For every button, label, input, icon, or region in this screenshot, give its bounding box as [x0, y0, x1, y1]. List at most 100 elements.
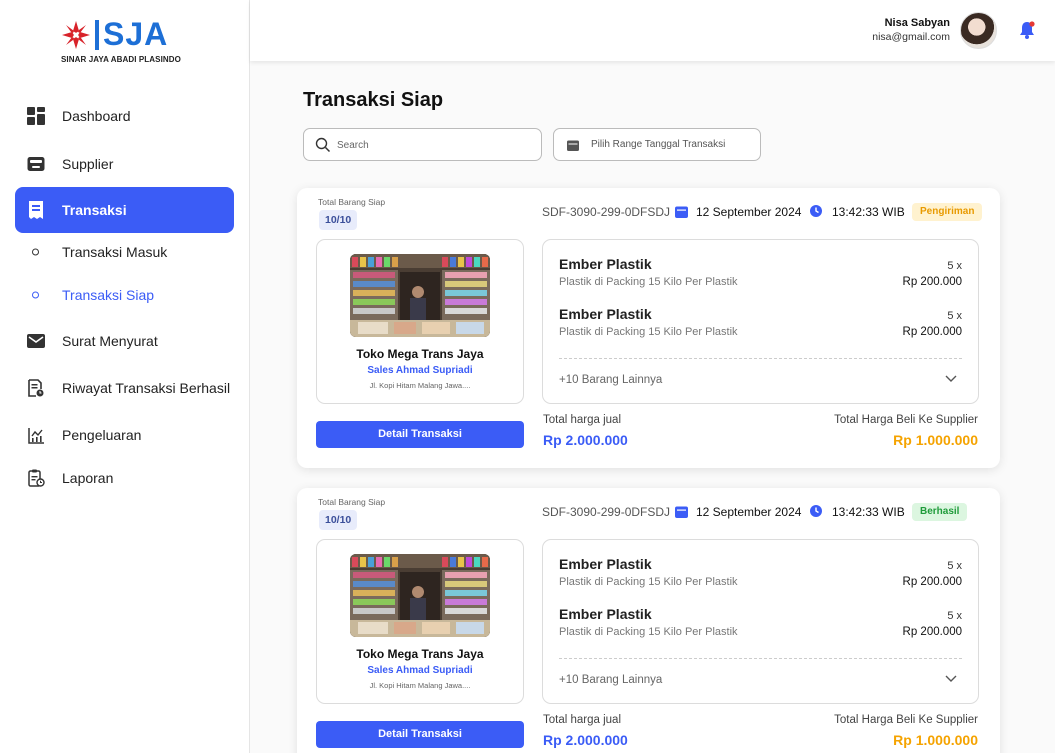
brand-tagline: SINAR JAYA ABADI PLASINDO	[61, 55, 182, 64]
avatar[interactable]	[960, 12, 997, 49]
list-item: Ember Plastik Plastik di Packing 15 Kilo…	[559, 306, 962, 346]
sales-name: Sales Ahmad Supriadi	[367, 665, 473, 676]
sidebar: SJA SINAR JAYA ABADI PLASINDO Dashboard …	[0, 0, 250, 753]
brand-separator	[95, 20, 99, 50]
mail-icon	[27, 332, 45, 350]
notification-bell-icon[interactable]	[1017, 20, 1037, 40]
sidebar-subitem-label: Transaksi Siap	[62, 287, 155, 303]
item-name: Ember Plastik	[559, 306, 652, 322]
bullet-icon	[32, 291, 39, 299]
sidebar-item-laporan[interactable]: Laporan	[15, 455, 234, 501]
item-price: Rp 200.000	[902, 326, 962, 338]
divider	[559, 658, 962, 659]
sidebar-item-surat-menyurat[interactable]: Surat Menyurat	[15, 318, 234, 364]
total-sell-label: Total harga jual	[543, 414, 621, 426]
page-title: Transaksi Siap	[303, 89, 444, 111]
sidebar-item-label: Supplier	[62, 156, 114, 172]
store-address: Jl. Kopi Hitam Malang Jawa....	[369, 381, 471, 390]
transaction-card: Total Barang Siap 10/10 SDF-3090-299-0DF…	[297, 188, 1000, 468]
clock-icon	[810, 505, 822, 517]
transaction-card: Total Barang Siap 10/10 SDF-3090-299-0DF…	[297, 488, 1000, 753]
item-quantity: 5 x	[947, 310, 962, 322]
store-photo	[350, 254, 490, 337]
more-items-toggle[interactable]: +10 Barang Lainnya	[559, 674, 662, 686]
grid-icon	[27, 107, 45, 125]
store-photo	[350, 554, 490, 637]
total-buy-value: Rp 1.000.000	[893, 432, 978, 448]
transaction-time: 13:42:33 WIB	[832, 205, 905, 219]
brand-mark-icon	[62, 21, 90, 49]
sidebar-subitem-transaksi-masuk[interactable]: Transaksi Masuk	[15, 237, 234, 267]
item-description: Plastik di Packing 15 Kilo Per Plastik	[559, 326, 738, 338]
calendar-icon	[675, 506, 688, 518]
search-icon	[315, 137, 331, 153]
top-bar: Nisa Sabyan nisa@gmail.com	[250, 0, 1055, 61]
date-range-placeholder: Pilih Range Tanggal Transaksi	[591, 139, 726, 150]
search-box[interactable]	[303, 128, 542, 161]
sidebar-item-label: Laporan	[62, 470, 114, 486]
history-doc-icon	[27, 379, 45, 397]
total-sell-value: Rp 2.000.000	[543, 732, 628, 748]
total-ready-label: Total Barang Siap	[318, 197, 386, 207]
total-buy-label: Total Harga Beli Ke Supplier	[834, 414, 978, 426]
item-price: Rp 200.000	[902, 276, 962, 288]
chart-icon	[27, 426, 45, 444]
sidebar-subitem-transaksi-siap[interactable]: Transaksi Siap	[15, 280, 234, 310]
chevron-down-icon[interactable]	[945, 675, 957, 683]
status-badge: Berhasil	[912, 503, 968, 521]
item-quantity: 5 x	[947, 610, 962, 622]
item-price: Rp 200.000	[902, 626, 962, 638]
total-ready-badge: 10/10	[319, 210, 358, 230]
date-range-picker[interactable]: Pilih Range Tanggal Transaksi	[553, 128, 761, 161]
status-badge: Pengiriman	[912, 203, 983, 221]
sidebar-item-dashboard[interactable]: Dashboard	[15, 93, 234, 139]
store-name: Toko Mega Trans Jaya	[356, 347, 484, 361]
detail-transaksi-button[interactable]: Detail Transaksi	[316, 421, 524, 448]
brand-name: SJA	[103, 16, 169, 52]
sidebar-item-label: Dashboard	[62, 108, 131, 124]
detail-transaksi-button[interactable]: Detail Transaksi	[316, 721, 524, 748]
item-description: Plastik di Packing 15 Kilo Per Plastik	[559, 576, 738, 588]
list-item: Ember Plastik Plastik di Packing 15 Kilo…	[559, 256, 962, 296]
sidebar-item-label: Surat Menyurat	[62, 333, 158, 349]
store-address: Jl. Kopi Hitam Malang Jawa....	[369, 681, 471, 690]
store-name: Toko Mega Trans Jaya	[356, 647, 484, 661]
transaction-code: SDF-3090-299-0DFSDJ	[542, 205, 671, 219]
transaction-code: SDF-3090-299-0DFSDJ	[542, 505, 671, 519]
clock-icon	[810, 205, 822, 217]
sidebar-item-label: Riwayat Transaksi Berhasil	[62, 380, 231, 396]
transaction-time: 13:42:33 WIB	[832, 505, 905, 519]
total-ready-badge: 10/10	[319, 510, 358, 530]
inbox-icon	[27, 155, 45, 173]
item-quantity: 5 x	[947, 560, 962, 572]
divider	[559, 358, 962, 359]
search-input[interactable]	[337, 136, 532, 154]
total-ready-label: Total Barang Siap	[318, 497, 386, 507]
sidebar-item-pengeluaran[interactable]: Pengeluaran	[15, 412, 234, 458]
transaction-date: 12 September 2024	[696, 205, 802, 219]
sidebar-item-riwayat[interactable]: Riwayat Transaksi Berhasil	[15, 365, 234, 411]
chevron-down-icon[interactable]	[945, 375, 957, 383]
total-buy-label: Total Harga Beli Ke Supplier	[834, 714, 978, 726]
list-item: Ember Plastik Plastik di Packing 15 Kilo…	[559, 606, 962, 646]
sidebar-item-label: Transaksi	[62, 202, 127, 218]
item-quantity: 5 x	[947, 260, 962, 272]
sidebar-item-transaksi[interactable]: Transaksi	[15, 187, 234, 233]
report-icon	[27, 469, 45, 487]
calendar-icon	[567, 140, 579, 151]
brand-logo[interactable]: SJA SINAR JAYA ABADI PLASINDO	[60, 16, 200, 68]
sidebar-item-label: Pengeluaran	[62, 427, 142, 443]
item-name: Ember Plastik	[559, 606, 652, 622]
list-item: Ember Plastik Plastik di Packing 15 Kilo…	[559, 556, 962, 596]
more-items-toggle[interactable]: +10 Barang Lainnya	[559, 374, 662, 386]
total-sell-value: Rp 2.000.000	[543, 432, 628, 448]
sidebar-subitem-label: Transaksi Masuk	[62, 244, 168, 260]
items-panel: Ember Plastik Plastik di Packing 15 Kilo…	[542, 239, 979, 404]
sidebar-item-supplier[interactable]: Supplier	[15, 141, 234, 187]
items-panel: Ember Plastik Plastik di Packing 15 Kilo…	[542, 539, 979, 704]
item-name: Ember Plastik	[559, 556, 652, 572]
user-name: Nisa Sabyan	[884, 17, 950, 29]
item-description: Plastik di Packing 15 Kilo Per Plastik	[559, 276, 738, 288]
calendar-icon	[675, 206, 688, 218]
transaction-date: 12 September 2024	[696, 505, 802, 519]
